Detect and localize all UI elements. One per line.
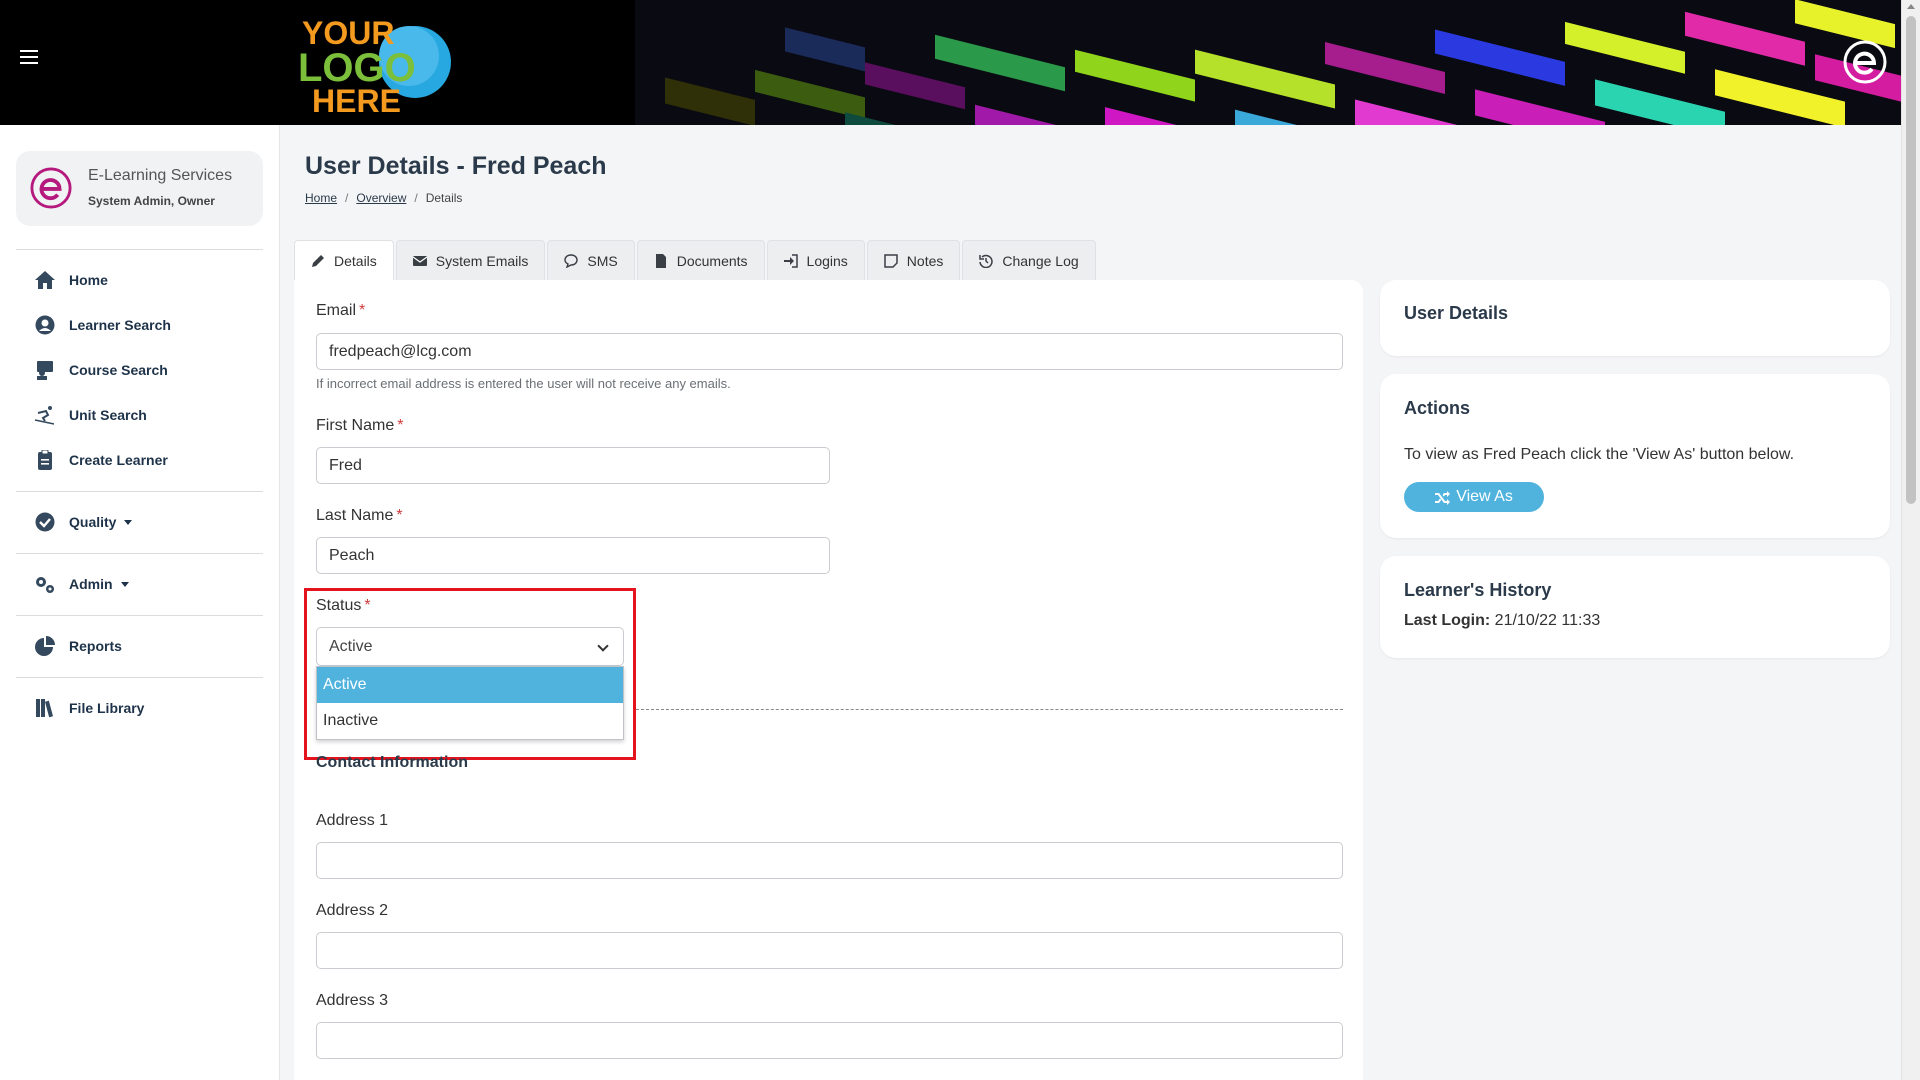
shuffle-icon	[1435, 490, 1451, 505]
breadcrumb: Home / Overview / Details	[305, 191, 462, 205]
chevron-down-icon	[124, 519, 133, 525]
details-form-panel: Email * fredpeach@lcg.com If incorrect em…	[294, 280, 1363, 1080]
tab-bar: Details System Emails SMS Documents Logi…	[294, 240, 1098, 280]
header-banner-image	[635, 0, 1901, 125]
brand-e-avatar-icon	[30, 167, 72, 209]
sidebar-divider	[16, 491, 263, 492]
clipboard-icon	[38, 450, 52, 470]
email-hint: If incorrect email address is entered th…	[316, 376, 731, 391]
tab-logins[interactable]: Logins	[766, 240, 865, 280]
view-as-button[interactable]: View As	[1404, 482, 1544, 512]
address1-label: Address 1	[316, 812, 389, 829]
sidebar-item-create-learner[interactable]: Create Learner	[34, 449, 168, 471]
sidebar-divider	[16, 553, 263, 554]
sidebar-item-admin[interactable]: Admin	[34, 573, 129, 595]
email-label: Email *	[316, 302, 366, 319]
home-icon	[35, 271, 55, 289]
sidebar-divider	[16, 249, 263, 250]
last-login-label: Last Login:	[1404, 612, 1491, 629]
sidebar-divider	[16, 677, 263, 678]
pie-chart-icon	[35, 636, 55, 656]
user-details-card: User Details	[1380, 280, 1890, 356]
sidebar-item-home[interactable]: Home	[34, 269, 108, 291]
history-icon	[979, 254, 994, 268]
learners-history-card: Learner's History Last Login: 21/10/22 1…	[1380, 556, 1890, 658]
chat-icon	[564, 253, 579, 268]
last-name-field[interactable]: Peach	[316, 537, 830, 574]
hamburger-menu-icon[interactable]	[20, 50, 38, 65]
tab-sms[interactable]: SMS	[547, 240, 635, 280]
sidebar-divider	[16, 615, 263, 616]
scrollbar-thumb[interactable]	[1906, 16, 1916, 504]
envelope-icon	[412, 255, 427, 266]
profile-card[interactable]: E-Learning Services System Admin, Owner	[16, 151, 263, 226]
last-name-label: Last Name *	[316, 507, 403, 524]
contact-information-heading: Contact Information	[316, 754, 468, 771]
breadcrumb-separator: /	[345, 191, 349, 205]
chevron-down-icon	[120, 581, 129, 587]
address2-field[interactable]	[316, 932, 1343, 969]
tab-notes[interactable]: Notes	[866, 240, 961, 280]
sidebar-item-reports[interactable]: Reports	[34, 635, 122, 657]
sidebar-item-quality[interactable]: Quality	[34, 511, 133, 533]
sign-in-icon	[783, 253, 798, 268]
actions-title: Actions	[1404, 398, 1471, 418]
tab-change-log[interactable]: Change Log	[962, 240, 1096, 280]
breadcrumb-home-link[interactable]: Home	[305, 191, 337, 205]
address1-field[interactable]	[316, 842, 1343, 879]
user-circle-icon	[35, 315, 55, 335]
page-title: User Details - Fred Peach	[305, 152, 607, 180]
scroll-up-arrow-icon[interactable]	[1907, 4, 1915, 9]
user-details-title: User Details	[1404, 303, 1509, 323]
company-logo: YOUR LOGO HERE	[298, 15, 451, 115]
pencil-icon	[312, 254, 324, 267]
breadcrumb-separator: /	[414, 191, 418, 205]
teacher-icon	[37, 361, 53, 380]
last-login-row: Last Login: 21/10/22 11:33	[1404, 612, 1600, 630]
last-login-value: 21/10/22 11:33	[1494, 612, 1601, 629]
vertical-scrollbar[interactable]	[1901, 0, 1920, 1080]
org-name: E-Learning Services	[88, 167, 233, 184]
sidebar-item-unit-search[interactable]: Unit Search	[34, 404, 147, 426]
sidebar: E-Learning Services System Admin, Owner …	[0, 125, 280, 1080]
address3-label: Address 3	[316, 992, 389, 1009]
sidebar-item-file-library[interactable]: File Library	[34, 697, 144, 719]
file-icon	[655, 253, 666, 268]
cogs-icon	[36, 577, 54, 593]
top-header: YOUR LOGO HERE	[0, 0, 1901, 125]
note-icon	[884, 253, 898, 268]
breadcrumb-current: Details	[425, 191, 463, 205]
sidebar-item-course-search[interactable]: Course Search	[34, 359, 168, 381]
brand-e-icon	[1843, 40, 1887, 84]
skiing-icon	[34, 406, 55, 425]
check-circle-icon	[35, 512, 55, 532]
tab-system-emails[interactable]: System Emails	[395, 240, 546, 280]
tab-documents[interactable]: Documents	[636, 240, 765, 280]
highlight-box	[304, 588, 636, 760]
sidebar-item-learner-search[interactable]: Learner Search	[34, 314, 171, 336]
svg-text:HERE: HERE	[312, 83, 401, 115]
email-field[interactable]: fredpeach@lcg.com	[316, 333, 1343, 370]
first-name-label: First Name *	[316, 417, 404, 434]
breadcrumb-overview-link[interactable]: Overview	[356, 191, 406, 205]
address3-field[interactable]	[316, 1022, 1343, 1059]
user-role: System Admin, Owner	[88, 194, 215, 208]
actions-text: To view as Fred Peach click the 'View As…	[1404, 446, 1795, 463]
tab-details[interactable]: Details	[294, 240, 394, 280]
learners-history-title: Learner's History	[1404, 580, 1552, 600]
first-name-field[interactable]: Fred	[316, 447, 830, 484]
actions-card: Actions To view as Fred Peach click the …	[1380, 374, 1890, 538]
books-icon	[36, 699, 54, 718]
address2-label: Address 2	[316, 902, 389, 919]
section-divider	[636, 709, 1343, 710]
